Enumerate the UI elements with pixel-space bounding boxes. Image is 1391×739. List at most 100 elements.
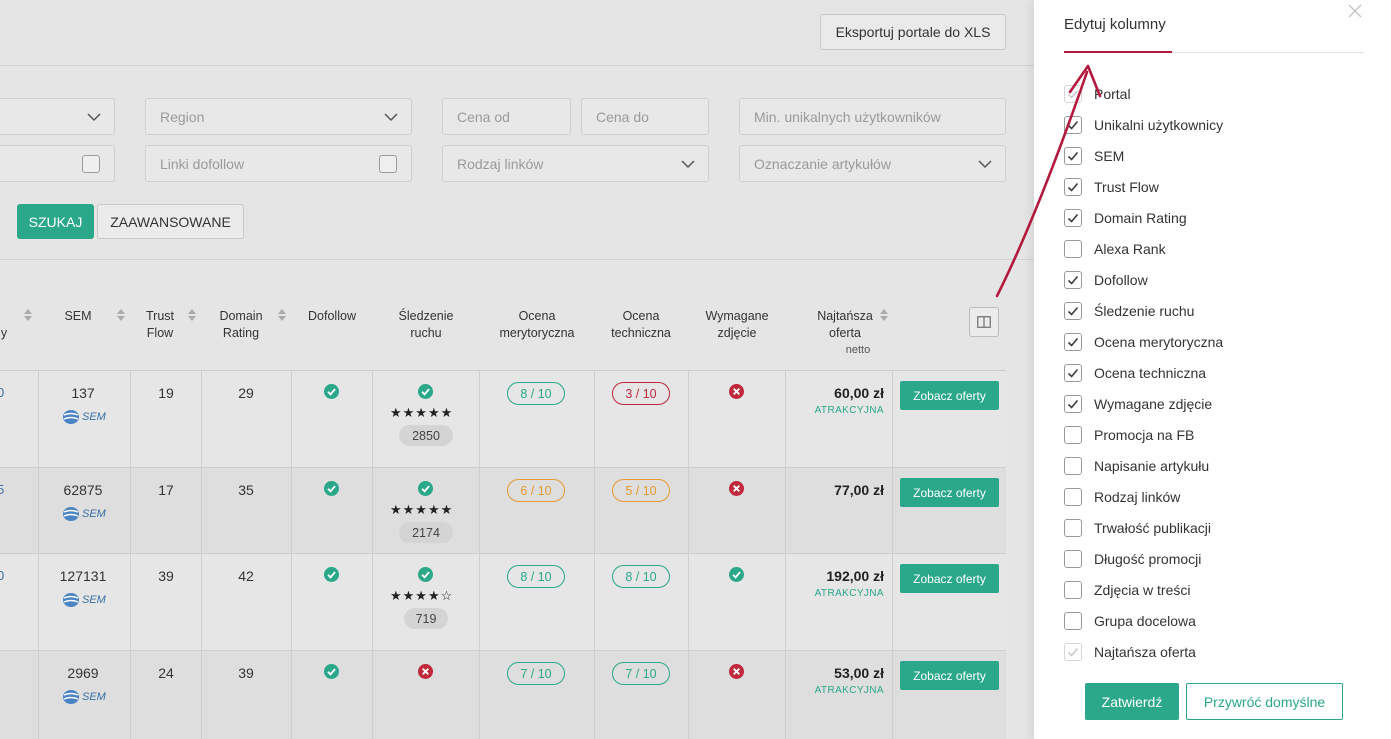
export-xls-button[interactable]: Eksportuj portale do XLS xyxy=(820,14,1006,50)
checkbox-checked[interactable] xyxy=(1064,116,1082,134)
checkbox-unchecked[interactable] xyxy=(1064,550,1082,568)
price-value: 77,00 zł xyxy=(834,482,884,498)
checkbox-checked[interactable] xyxy=(1064,395,1082,413)
edit-columns-panel: Edytuj kolumny Portal Unikalni użytkownic… xyxy=(1034,0,1391,739)
cross-circle-icon xyxy=(729,384,744,399)
portal-list-page: Eksportuj portale do XLS Region Cena od … xyxy=(0,0,1034,739)
column-option-label: Trust Flow xyxy=(1094,179,1159,195)
divider xyxy=(0,259,1034,260)
sem-logo-icon xyxy=(63,507,79,521)
checkbox-unchecked[interactable] xyxy=(1064,581,1082,599)
checkmark-icon xyxy=(1067,306,1079,316)
column-option-label: Domain Rating xyxy=(1094,210,1187,226)
technical-grade-badge: 8 / 10 xyxy=(612,565,670,588)
portal-cell-partial: 0 xyxy=(0,385,5,400)
sort-icon[interactable] xyxy=(117,309,125,321)
article-marking-select[interactable]: Oznaczanie artykułów xyxy=(739,145,1006,182)
checkmark-icon xyxy=(1067,368,1079,378)
see-offers-button[interactable]: Zobacz oferty xyxy=(900,381,999,410)
column-option[interactable]: Długość promocji xyxy=(1064,548,1201,570)
column-option[interactable]: Dofollow xyxy=(1064,269,1148,291)
price-to-input[interactable]: Cena do xyxy=(581,98,709,135)
header-dofollow: Dofollow xyxy=(308,309,356,323)
columns-toggle-button[interactable] xyxy=(969,307,999,337)
sort-icon[interactable] xyxy=(188,309,196,321)
see-offers-button[interactable]: Zobacz oferty xyxy=(900,478,999,507)
checkbox-unchecked[interactable] xyxy=(1064,488,1082,506)
column-option-label: Ocena techniczna xyxy=(1094,365,1207,381)
dofollow-links-filter[interactable]: Linki dofollow xyxy=(145,145,412,182)
header-trust-flow: Trust Flow xyxy=(138,308,182,342)
sort-icon[interactable] xyxy=(24,309,32,321)
checkbox-unchecked[interactable] xyxy=(1064,240,1082,258)
reset-defaults-button[interactable]: Przywróć domyślne xyxy=(1186,683,1343,720)
sem-logo: SEM xyxy=(62,689,106,705)
column-option[interactable]: Wymagane zdjęcie xyxy=(1064,393,1212,415)
column-option[interactable]: SEM xyxy=(1064,145,1124,167)
filter-checkbox-partial[interactable] xyxy=(0,145,115,182)
dofollow-links-label: Linki dofollow xyxy=(160,155,245,172)
column-option[interactable]: Grupa docelowa xyxy=(1064,610,1196,632)
link-type-select[interactable]: Rodzaj linków xyxy=(442,145,709,182)
column-option-label: Unikalni użytkownicy xyxy=(1094,117,1224,133)
trust-flow-value: 17 xyxy=(158,482,174,498)
column-option[interactable]: Trust Flow xyxy=(1064,176,1159,198)
column-option[interactable]: Domain Rating xyxy=(1064,207,1187,229)
see-offers-button[interactable]: Zobacz oferty xyxy=(900,564,999,593)
checkbox-unchecked[interactable] xyxy=(1064,519,1082,537)
chevron-down-icon xyxy=(978,160,992,169)
sem-logo-text: SEM xyxy=(82,594,106,606)
column-option[interactable]: Alexa Rank xyxy=(1064,238,1166,260)
column-option-label: SEM xyxy=(1094,148,1125,164)
column-option[interactable]: Promocja na FB xyxy=(1064,424,1194,446)
dofollow-links-checkbox[interactable] xyxy=(379,155,397,173)
checkbox-checked[interactable] xyxy=(1064,178,1082,196)
header-cheapest-line1: Najtańsza xyxy=(817,309,873,323)
column-option[interactable]: Trwałość publikacji xyxy=(1064,517,1211,539)
column-option[interactable]: Śledzenie ruchu xyxy=(1064,300,1194,322)
column-option[interactable]: Ocena techniczna xyxy=(1064,362,1206,384)
sem-logo-text: SEM xyxy=(82,691,106,703)
checkmark-icon xyxy=(1067,275,1079,285)
sort-icon[interactable] xyxy=(880,309,888,321)
checkbox-checked[interactable] xyxy=(1064,302,1082,320)
header-photo-line2: zdjęcie xyxy=(717,326,757,340)
price-from-input[interactable]: Cena od xyxy=(442,98,571,135)
checkbox-unchecked[interactable] xyxy=(1064,612,1082,630)
column-option[interactable]: Ocena merytoryczna xyxy=(1064,331,1223,353)
min-users-input[interactable]: Min. unikalnych użytkowników xyxy=(739,98,1006,135)
checkbox-unchecked[interactable] xyxy=(1064,426,1082,444)
merit-grade-badge: 6 / 10 xyxy=(507,479,565,502)
column-option[interactable]: Unikalni użytkownicy xyxy=(1064,114,1223,136)
sem-logo-icon xyxy=(63,593,79,607)
sort-icon[interactable] xyxy=(278,309,286,321)
confirm-button[interactable]: Zatwierdź xyxy=(1085,683,1179,720)
advanced-button[interactable]: ZAAWANSOWANE xyxy=(97,204,244,239)
header-traffic-line1: Śledzenie xyxy=(398,309,454,323)
checkbox-checked[interactable] xyxy=(1064,333,1082,351)
sem-logo-icon xyxy=(63,410,79,424)
checkbox-checked[interactable] xyxy=(1064,364,1082,382)
merit-grade-badge: 7 / 10 xyxy=(507,662,565,685)
search-button[interactable]: SZUKAJ xyxy=(17,204,94,239)
table-row: 0 127131 SEM 39 42 ★★★★☆ 719 8 / 10 8 / … xyxy=(0,553,1006,650)
see-offers-button[interactable]: Zobacz oferty xyxy=(900,661,999,690)
domain-rating-value: 39 xyxy=(238,665,254,681)
region-select[interactable]: Region xyxy=(145,98,412,135)
checkbox-checked[interactable] xyxy=(1064,271,1082,289)
column-option[interactable]: Zdjęcia w treści xyxy=(1064,579,1190,601)
close-icon[interactable] xyxy=(1348,4,1362,18)
sem-value: 137 xyxy=(71,385,95,401)
traffic-count-badge: 2174 xyxy=(399,522,453,543)
technical-grade-badge: 7 / 10 xyxy=(612,662,670,685)
checkbox-checked[interactable] xyxy=(1064,209,1082,227)
column-option[interactable]: Napisanie artykułu xyxy=(1064,455,1209,477)
column-option-label: Długość promocji xyxy=(1094,551,1202,567)
checkbox-unchecked[interactable] xyxy=(1064,457,1082,475)
column-option[interactable]: Rodzaj linków xyxy=(1064,486,1180,508)
checkbox-checked[interactable] xyxy=(1064,147,1082,165)
merit-grade-badge: 8 / 10 xyxy=(507,565,565,588)
filter-select-partial[interactable] xyxy=(0,98,115,135)
header-photo: Wymagane zdjęcie xyxy=(696,308,778,342)
checkbox[interactable] xyxy=(82,155,100,173)
